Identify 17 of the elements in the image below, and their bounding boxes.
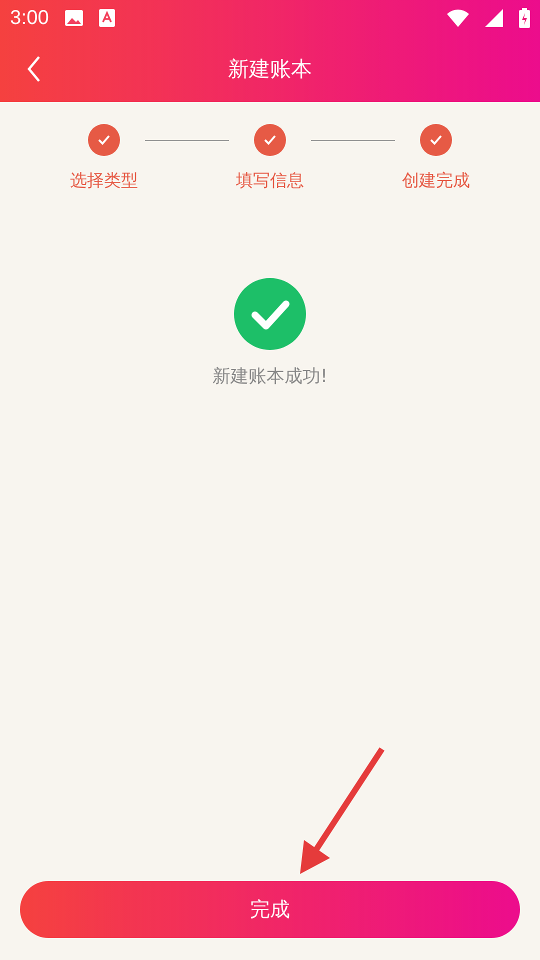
step-label: 选择类型 [70,170,138,192]
battery-icon [519,8,530,28]
wifi-icon [447,9,469,27]
page-title: 新建账本 [228,56,312,83]
step-label: 创建完成 [402,170,470,192]
success-icon [234,278,306,350]
status-time: 3:00 [10,6,49,30]
check-icon [429,134,443,146]
success-message: 新建账本成功! [212,365,328,388]
check-icon [263,134,277,146]
font-icon [98,9,115,27]
check-icon [97,134,111,146]
image-icon [64,10,83,26]
back-icon [27,56,41,82]
done-button[interactable]: 完成 [20,881,520,938]
step-label: 填写信息 [236,170,304,192]
signal-icon [485,9,503,27]
